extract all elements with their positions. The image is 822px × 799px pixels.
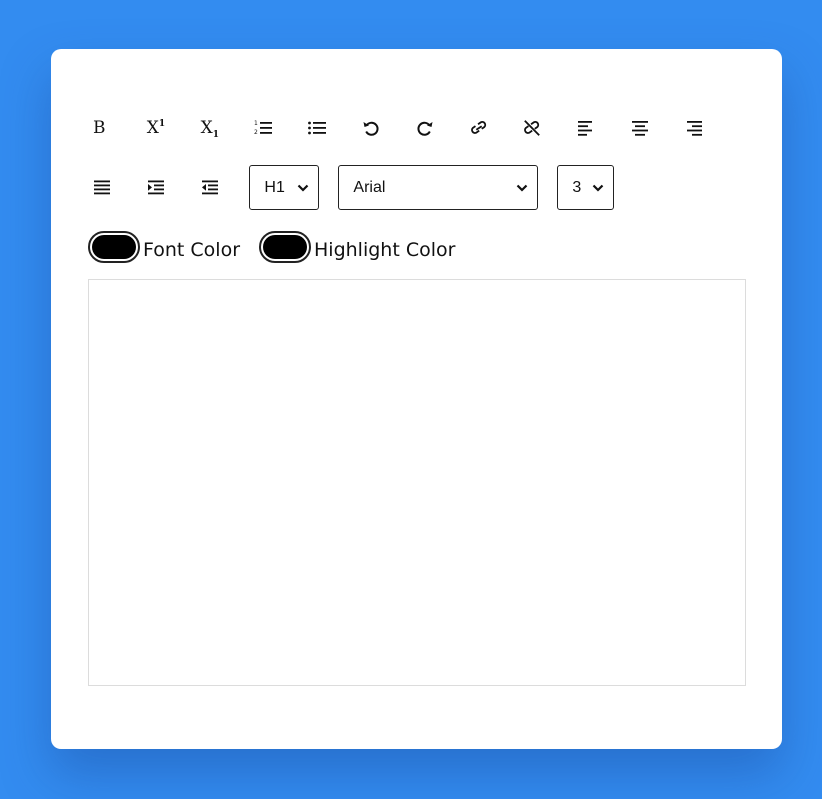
text-editor-area[interactable] [88, 279, 746, 686]
font-family-select[interactable]: Arial [338, 165, 539, 210]
ordered-list-button[interactable]: 1 2 [249, 107, 303, 149]
align-right-button[interactable] [680, 107, 734, 149]
unordered-list-button[interactable] [303, 107, 357, 149]
align-right-icon [686, 121, 702, 136]
link-icon [470, 121, 486, 134]
unlink-button[interactable] [518, 107, 572, 149]
indent-icon [147, 180, 164, 194]
highlight-color-swatch [263, 235, 308, 259]
color-controls: Font Color Highlight Color [88, 230, 474, 264]
undo-icon [363, 121, 379, 136]
editor-card: B X1 X1 1 2 H1 Arial 3 Font Color Highli… [51, 49, 782, 749]
chevron-down-icon [298, 184, 309, 192]
align-left-icon [578, 121, 593, 136]
font-color-swatch [92, 235, 136, 259]
toolbar-row-formatting: B X1 X1 1 2 [88, 107, 734, 149]
outdent-icon [201, 180, 218, 194]
align-left-button[interactable] [572, 107, 626, 149]
font-size-select[interactable]: 3 [557, 165, 615, 210]
superscript-icon: X1 [146, 117, 166, 138]
highlight-color-picker[interactable] [259, 231, 312, 263]
redo-button[interactable] [411, 107, 465, 149]
align-justify-icon [94, 180, 110, 194]
bold-button[interactable]: B [88, 107, 142, 149]
align-center-button[interactable] [626, 107, 680, 149]
align-center-icon [631, 121, 648, 136]
font-family-select-value: Arial [353, 178, 386, 196]
ordered-list-icon: 1 2 [254, 120, 273, 136]
font-size-select-value: 3 [572, 178, 582, 196]
bold-icon: B [93, 117, 106, 138]
chevron-down-icon [517, 184, 528, 192]
subscript-button[interactable]: X1 [196, 107, 250, 149]
redo-icon [417, 121, 433, 136]
link-button[interactable] [465, 107, 519, 149]
svg-text:1: 1 [254, 120, 258, 127]
font-color-label: Font Color [143, 239, 241, 261]
toolbar-row-layout: H1 Arial 3 [88, 165, 615, 210]
undo-button[interactable] [357, 107, 411, 149]
heading-select[interactable]: H1 [249, 165, 320, 210]
svg-text:2: 2 [254, 129, 258, 136]
superscript-button[interactable]: X1 [142, 107, 196, 149]
indent-button[interactable] [142, 167, 196, 209]
justify-button[interactable] [88, 167, 142, 209]
subscript-icon: X1 [200, 117, 219, 140]
highlight-color-label: Highlight Color [314, 239, 456, 261]
outdent-button[interactable] [196, 167, 250, 209]
unordered-list-icon [308, 121, 327, 135]
unlink-icon [524, 120, 541, 136]
chevron-down-icon [593, 184, 604, 192]
heading-select-value: H1 [264, 178, 285, 196]
font-color-picker[interactable] [88, 231, 140, 263]
